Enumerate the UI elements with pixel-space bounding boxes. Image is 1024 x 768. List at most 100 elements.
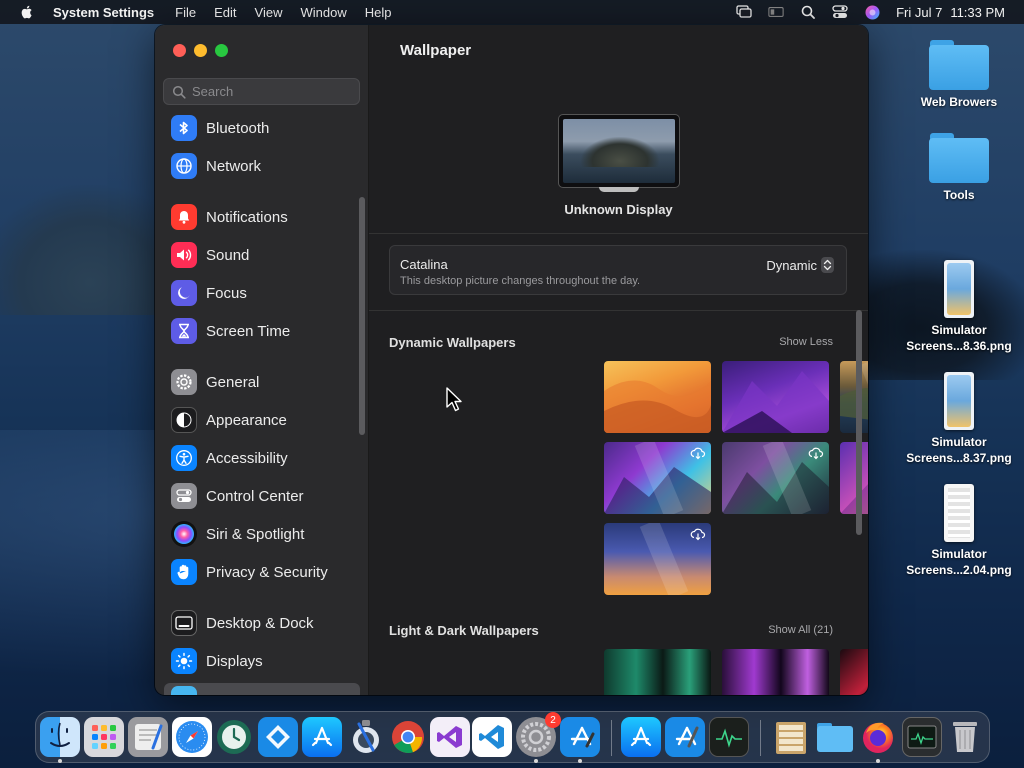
script-editor-icon[interactable] xyxy=(128,717,168,757)
desktop-icon-label: Web Browers xyxy=(920,95,998,109)
sidebar-item-label: General xyxy=(206,373,260,391)
activity-monitor-icon[interactable] xyxy=(709,717,749,757)
sidebar-item-general[interactable]: General xyxy=(164,366,360,398)
simulator-icon[interactable] xyxy=(258,717,298,757)
menu-window[interactable]: Window xyxy=(300,5,346,20)
display-name: Unknown Display xyxy=(564,202,673,217)
system-settings-window: Bluetooth Network Notifications xyxy=(155,25,868,695)
sidebar-item-accessibility[interactable]: Accessibility xyxy=(164,442,360,474)
wallpaper-thumb-dynamic-3[interactable] xyxy=(840,442,868,514)
desktop-folder-web-browers[interactable]: Web Browers xyxy=(899,40,1019,110)
sidebar-item-displays[interactable]: Displays xyxy=(164,645,360,677)
sidebar-item-siri-spotlight[interactable]: Siri & Spotlight xyxy=(164,518,360,550)
wallpaper-thumb-dynamic-2[interactable] xyxy=(722,442,829,514)
app-name-menu[interactable]: System Settings xyxy=(53,5,154,20)
menubar-tray: Fri Jul 7 11:33 PM xyxy=(736,4,1024,20)
search-icon[interactable] xyxy=(800,4,816,20)
wallpaper-thumb-dynamic-1[interactable] xyxy=(604,442,711,514)
content-scrollbar[interactable] xyxy=(856,310,862,535)
sidebar-item-control-center[interactable]: Control Center xyxy=(164,480,360,512)
sidebar-item-screen-time[interactable]: Screen Time xyxy=(164,315,360,347)
wallpaper-thumb-big-sur-coast[interactable] xyxy=(840,361,868,433)
wallpaper-thumb-light-dark-2[interactable] xyxy=(722,649,829,695)
sidebar-item-label: Privacy & Security xyxy=(206,563,328,581)
wallpaper-thumb-light-dark-3[interactable] xyxy=(840,649,868,695)
vscode-icon[interactable] xyxy=(472,717,512,757)
control-center-icon[interactable] xyxy=(832,4,848,20)
finder-icon[interactable] xyxy=(40,717,80,757)
page-title: Wallpaper xyxy=(400,42,472,59)
desktop-icon-label: Simulator xyxy=(931,547,987,561)
folder-icon xyxy=(929,40,989,90)
console-icon[interactable] xyxy=(902,717,942,757)
running-indicator xyxy=(578,759,582,763)
wallpaper-name: Catalina xyxy=(400,257,448,272)
visual-studio-icon[interactable] xyxy=(430,717,470,757)
wallpaper-mode-select[interactable]: Dynamic xyxy=(766,257,834,273)
apple-menu-icon[interactable] xyxy=(19,4,35,20)
trash-icon[interactable] xyxy=(945,717,985,757)
app-store-icon[interactable] xyxy=(621,717,661,757)
search-input[interactable] xyxy=(192,84,352,99)
dock-icon xyxy=(171,610,197,636)
sidebar-item-wallpaper[interactable] xyxy=(164,683,360,695)
menu-help[interactable]: Help xyxy=(365,5,392,20)
mouse-cursor-icon xyxy=(445,387,463,413)
wallpaper-thumb-light-dark-1[interactable] xyxy=(604,649,711,695)
wallpaper-thumb-ventura[interactable] xyxy=(604,361,711,433)
downloads-folder-icon[interactable] xyxy=(815,717,855,757)
close-button[interactable] xyxy=(173,44,186,57)
light-dark-wallpapers-title: Light & Dark Wallpapers xyxy=(389,623,539,638)
desktop-file-simulator-836[interactable]: Simulator Screens...8.36.png xyxy=(899,260,1019,354)
xcode-tools-icon[interactable] xyxy=(560,717,600,757)
app-store-icon[interactable] xyxy=(302,717,342,757)
sidebar-item-appearance[interactable]: Appearance xyxy=(164,404,360,436)
xcode-icon[interactable] xyxy=(665,717,705,757)
desktop-file-simulator-204[interactable]: Simulator Screens...2.04.png xyxy=(899,484,1019,578)
archive-icon[interactable] xyxy=(771,717,811,757)
search-field[interactable] xyxy=(163,78,360,105)
hourglass-icon xyxy=(171,318,197,344)
menu-edit[interactable]: Edit xyxy=(214,5,236,20)
desktop-folder-tools[interactable]: Tools xyxy=(899,133,1019,203)
menubar-clock[interactable]: Fri Jul 7 11:33 PM xyxy=(896,5,1005,20)
screenshot-file-icon xyxy=(944,372,974,430)
sidebar-item-sound[interactable]: Sound xyxy=(164,239,360,271)
appearance-icon xyxy=(171,407,197,433)
zoom-button[interactable] xyxy=(215,44,228,57)
minimize-button[interactable] xyxy=(194,44,207,57)
screenshot-file-icon xyxy=(944,260,974,318)
sidebar-item-privacy-security[interactable]: Privacy & Security xyxy=(164,556,360,588)
menu-file[interactable]: File xyxy=(175,5,196,20)
screen-mirroring-icon[interactable] xyxy=(736,4,752,20)
menu-view[interactable]: View xyxy=(255,5,283,20)
sidebar-item-focus[interactable]: Focus xyxy=(164,277,360,309)
system-settings-icon[interactable]: 2 xyxy=(516,712,561,757)
launchpad-icon[interactable] xyxy=(84,717,124,757)
firefox-icon[interactable] xyxy=(858,717,898,757)
siri-icon[interactable] xyxy=(864,4,880,20)
time-machine-icon[interactable] xyxy=(214,717,254,757)
display-icon[interactable] xyxy=(768,4,784,20)
hand-icon xyxy=(171,559,197,585)
wallpaper-thumb-monterey[interactable] xyxy=(722,361,829,433)
show-all-button[interactable]: Show All (21) xyxy=(768,624,833,636)
desktop-icon-label: Tools xyxy=(943,188,975,202)
wallpaper-thumb-dynamic-5[interactable] xyxy=(604,523,711,595)
sidebar-item-notifications[interactable]: Notifications xyxy=(164,201,360,233)
show-less-button[interactable]: Show Less xyxy=(779,336,833,348)
desktop-icon-label: Screens...2.04.png xyxy=(906,563,1012,577)
wallpaper-description: This desktop picture changes throughout … xyxy=(400,275,641,287)
safari-icon[interactable] xyxy=(172,717,212,757)
sidebar-item-label: Focus xyxy=(206,284,247,302)
desktop-file-simulator-837[interactable]: Simulator Screens...8.37.png xyxy=(899,372,1019,466)
sidebar-item-network[interactable]: Network xyxy=(164,150,360,182)
sidebar-scrollbar[interactable] xyxy=(359,197,365,435)
sidebar-item-label: Network xyxy=(206,157,262,175)
sidebar-item-label: Accessibility xyxy=(206,449,288,467)
sidebar-item-desktop-dock[interactable]: Desktop & Dock xyxy=(164,607,360,639)
sidebar-item-bluetooth[interactable]: Bluetooth xyxy=(164,112,360,144)
instruments-icon[interactable] xyxy=(346,717,386,757)
chrome-icon[interactable] xyxy=(388,717,428,757)
desktop-icon-label: Screens...8.36.png xyxy=(906,339,1012,353)
